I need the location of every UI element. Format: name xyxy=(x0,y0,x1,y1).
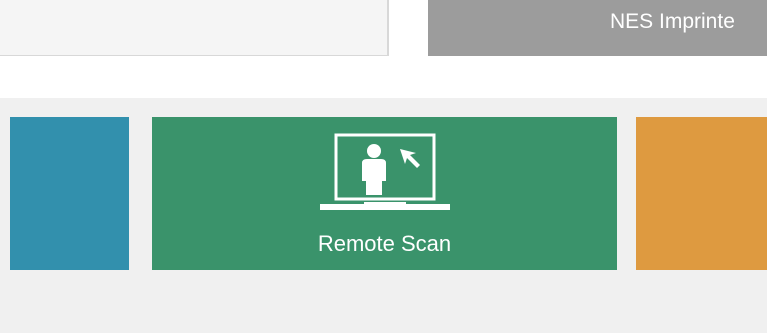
remote-scan-icon xyxy=(320,133,450,210)
band-spacer xyxy=(0,56,767,98)
tile-blue[interactable] xyxy=(10,117,129,270)
page: NES Imprinte Remote Scan xyxy=(0,0,767,333)
search-field[interactable] xyxy=(0,0,389,57)
remote-scan-label: Remote Scan xyxy=(317,231,452,256)
printer-name: NES Imprinte xyxy=(610,10,735,33)
printer-selector[interactable]: NES Imprinte xyxy=(428,0,767,56)
tile-orange[interactable] xyxy=(636,117,767,270)
remote-scan-tile[interactable]: Remote Scan xyxy=(152,117,617,270)
